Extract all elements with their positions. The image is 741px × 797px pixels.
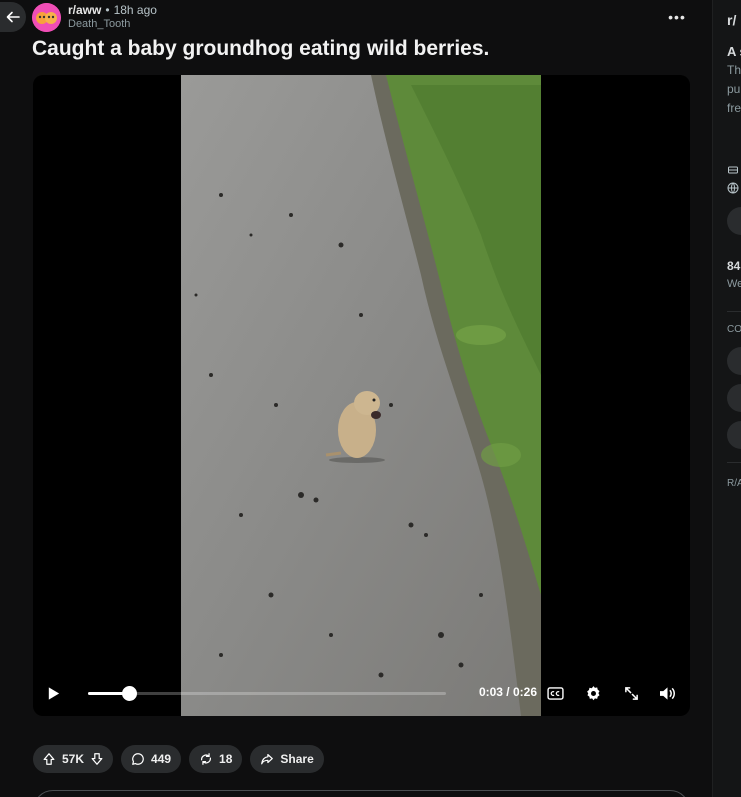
- member-count: 84: [727, 259, 741, 273]
- subreddit-logo-icon: [32, 3, 61, 32]
- sidebar-desc-line: fre: [727, 101, 741, 115]
- join-button[interactable]: [727, 207, 741, 235]
- seek-bar[interactable]: [88, 686, 446, 701]
- sidebar-heading: A s: [727, 44, 741, 59]
- volume-icon: [659, 686, 675, 700]
- meta-separator: •: [105, 3, 110, 17]
- community-link[interactable]: [727, 421, 741, 449]
- sidebar-desc-line: pu: [727, 82, 741, 96]
- settings-button[interactable]: [583, 683, 603, 703]
- sidebar-sub-name[interactable]: r/: [727, 12, 736, 28]
- play-icon: [48, 686, 59, 700]
- closed-captions-icon: [546, 686, 564, 700]
- downvote-icon[interactable]: [90, 752, 104, 766]
- community-link[interactable]: [727, 384, 741, 412]
- comment-count: 449: [151, 752, 172, 766]
- crosspost-icon: [201, 753, 212, 765]
- volume-button[interactable]: [657, 683, 677, 703]
- video-frame: [181, 75, 541, 716]
- captions-button[interactable]: [545, 683, 565, 703]
- post-meta: r/aww • 18h ago: [68, 3, 157, 17]
- gear-icon: [586, 685, 600, 700]
- post-title: Caught a baby groundhog eating wild berr…: [32, 37, 490, 60]
- subreddit-avatar[interactable]: [32, 3, 61, 32]
- member-label: We: [727, 278, 741, 290]
- crosspost-button[interactable]: 18: [189, 745, 243, 773]
- post-age: 18h ago: [113, 3, 157, 17]
- cake-icon: [727, 161, 739, 174]
- ellipsis-icon: •••: [668, 9, 686, 25]
- video-controls: 0:03 / 0:26: [33, 675, 690, 711]
- vote-count: 57K: [62, 752, 85, 766]
- crosspost-count: 18: [219, 752, 233, 766]
- expand-icon: [624, 686, 638, 700]
- section-heading: CO: [727, 324, 741, 335]
- share-button[interactable]: Share: [250, 745, 324, 773]
- sidebar-desc-line: Th: [727, 63, 741, 77]
- back-button[interactable]: [0, 2, 26, 32]
- comment-icon: [132, 753, 144, 765]
- globe-icon: [727, 181, 739, 194]
- community-link[interactable]: [727, 347, 741, 375]
- seek-handle[interactable]: [122, 686, 138, 701]
- community-sidebar: r/ A s Th pu fre 84 We CO R/A: [712, 0, 741, 797]
- post-actions: 57K 449 18 Share: [33, 745, 324, 773]
- comment-input[interactable]: [33, 790, 690, 797]
- subreddit-link[interactable]: r/aww: [68, 3, 101, 17]
- vote-group: 57K: [33, 745, 114, 773]
- arrow-left-icon: [6, 11, 20, 23]
- share-label: Share: [280, 752, 314, 766]
- fullscreen-button[interactable]: [621, 683, 641, 703]
- video-player[interactable]: 0:03 / 0:26: [33, 75, 690, 716]
- share-icon: [261, 754, 274, 765]
- video-thumbnail-image: [181, 75, 541, 716]
- sidebar-divider: [727, 311, 741, 312]
- upvote-icon[interactable]: [42, 752, 56, 766]
- more-options-button[interactable]: •••: [666, 6, 688, 28]
- author-link[interactable]: Death_Tooth: [68, 18, 130, 30]
- play-button[interactable]: [43, 683, 63, 703]
- comments-button[interactable]: 449: [121, 745, 182, 773]
- rules-heading: R/A: [727, 478, 741, 489]
- sidebar-divider: [727, 462, 741, 463]
- time-display: 0:03 / 0:26: [478, 685, 537, 699]
